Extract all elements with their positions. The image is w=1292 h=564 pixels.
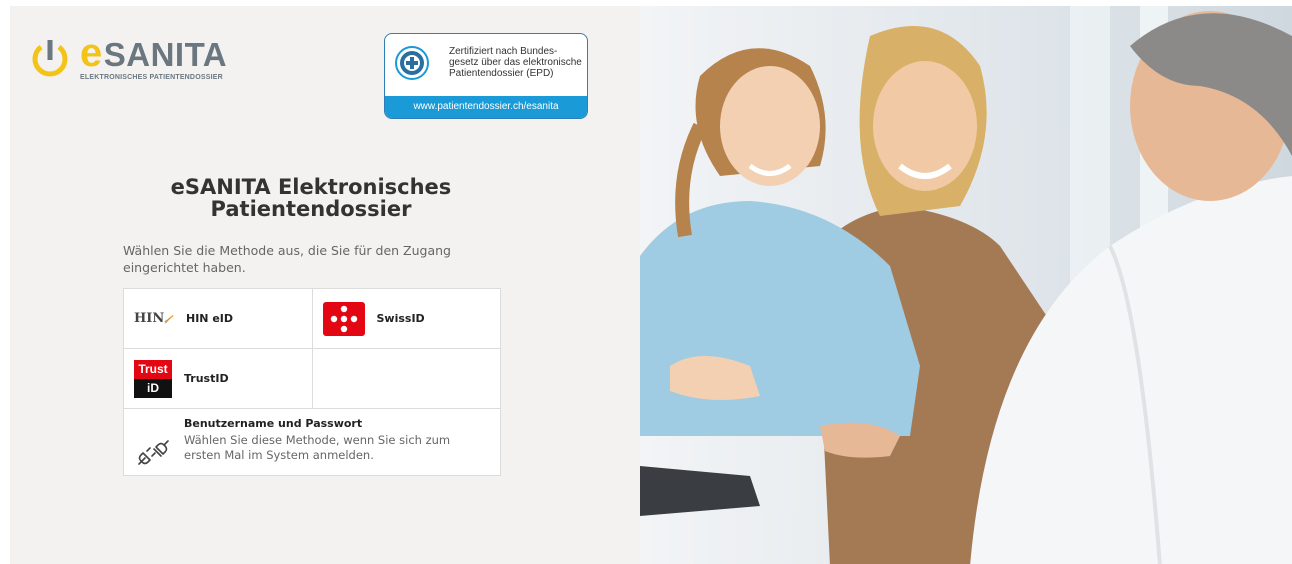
power-icon [30, 38, 70, 82]
page: e SANITA ELEKTRONISCHES PATIENTENDOSSIER [10, 6, 1292, 564]
login-hin-eid[interactable]: HIN HIN eID [124, 289, 312, 348]
certification-line-1: Zertifiziert nach Bundes- [449, 46, 558, 57]
epd-cross-icon [395, 46, 429, 80]
swissid-dots-icon [322, 301, 365, 336]
hin-logo: HIN [134, 311, 174, 326]
login-username-password[interactable]: Benutzername und Passwort Wählen Sie die… [124, 409, 500, 475]
trustid-logo-top: Trust [134, 359, 172, 379]
password-description: Wählen Sie diese Methode, wenn Sie sich … [184, 433, 451, 462]
hero-illustration [640, 6, 1292, 564]
login-panel: e SANITA ELEKTRONISCHES PATIENTENDOSSIER [10, 6, 640, 564]
login-swissid[interactable]: SwissID [311, 289, 501, 348]
password-title: Benutzername und Passwort [184, 417, 363, 430]
hin-check-icon [164, 314, 174, 324]
certification-line-2: gesetz über das elektronische [449, 57, 582, 68]
certification-line-3: Patientendossier (EPD) [449, 68, 554, 79]
hero-photo [640, 6, 1292, 564]
esanita-logo: e SANITA ELEKTRONISCHES PATIENTENDOSSIER [30, 31, 228, 82]
swissid-label: SwissID [376, 312, 425, 325]
logo-wordmark: e SANITA [80, 31, 228, 75]
plug-icon [134, 433, 170, 469]
intro-text: Wählen Sie die Methode aus, die Sie für … [123, 243, 451, 275]
hin-logo-text: HIN [134, 311, 165, 326]
trustid-label: TrustID [184, 372, 229, 385]
trustid-logo-bottom: iD [134, 378, 172, 398]
trustid-logo: Trust iD [134, 359, 172, 398]
page-title: eSANITA Elektronisches Patientendossier [170, 175, 452, 221]
hin-eid-label: HIN eID [186, 312, 234, 325]
logo-subtitle: ELEKTRONISCHES PATIENTENDOSSIER [80, 74, 223, 81]
certification-link[interactable]: www.patientendossier.ch/esanita [385, 96, 587, 118]
logo-sanita: SANITA [103, 36, 228, 73]
empty-cell [311, 349, 501, 408]
login-trustid[interactable]: Trust iD TrustID [124, 349, 312, 408]
login-method-grid: HIN HIN eID SwissID Trust iD TrustID Ben… [123, 288, 501, 476]
logo-e: e [80, 31, 103, 75]
certification-text: Zertifiziert nach Bundes- gesetz über da… [449, 46, 582, 92]
certification-badge[interactable]: Zertifiziert nach Bundes- gesetz über da… [384, 33, 588, 119]
